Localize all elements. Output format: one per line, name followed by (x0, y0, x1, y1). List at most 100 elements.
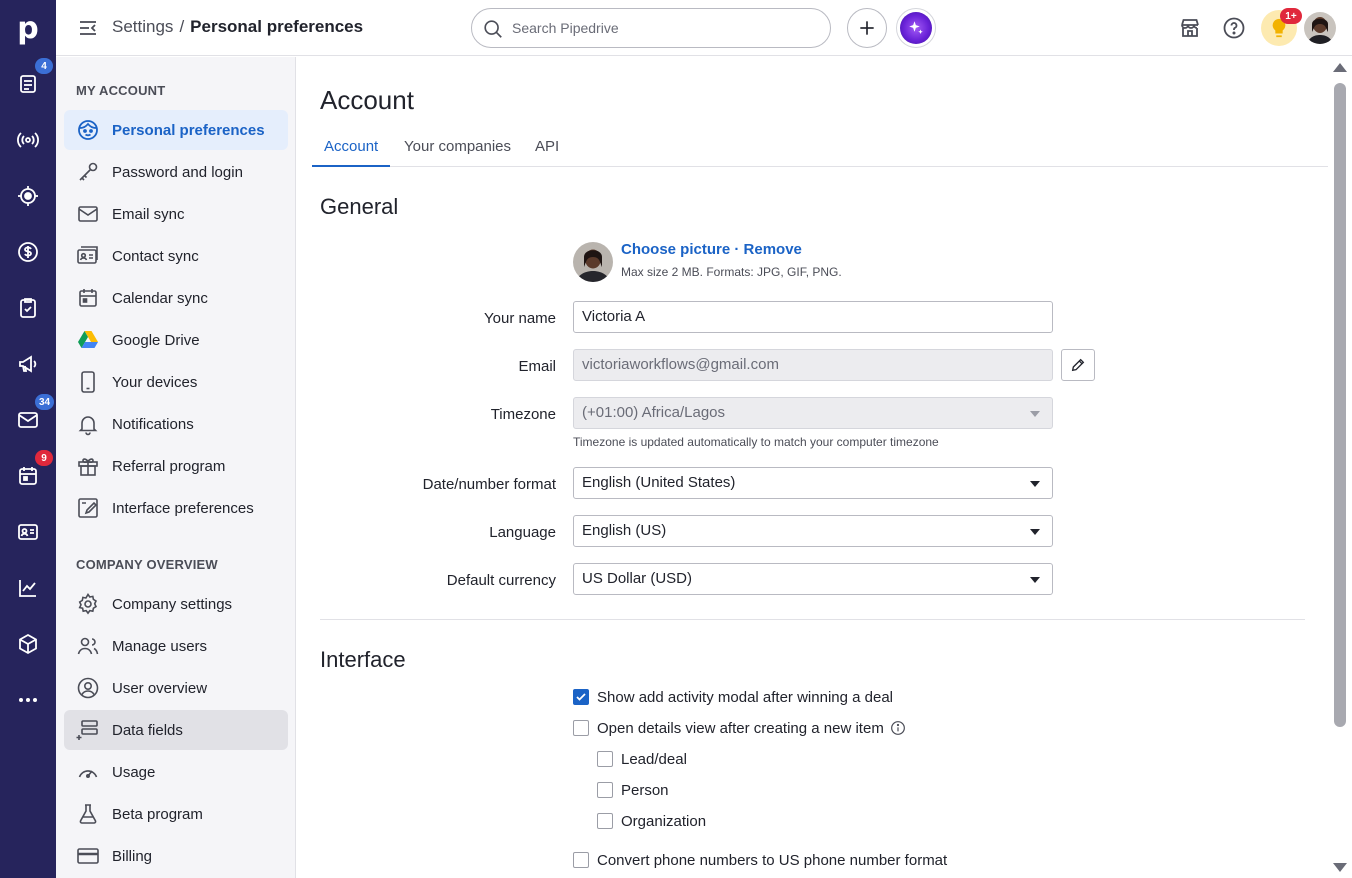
user-avatar[interactable] (1304, 12, 1336, 44)
sidebar-item-user-overview[interactable]: User overview (64, 668, 288, 708)
sidebar-item-calendar-sync[interactable]: Calendar sync (64, 278, 288, 318)
money-icon (18, 242, 38, 262)
checkbox[interactable] (573, 720, 589, 736)
name-input[interactable]: Victoria A (573, 301, 1053, 333)
sidebar-item-usage[interactable]: Usage (64, 752, 288, 792)
envelope-icon (78, 206, 98, 222)
section-divider (320, 619, 1305, 620)
rail-insights[interactable] (0, 560, 56, 616)
option-label: Show add activity modal after winning a … (597, 688, 894, 706)
rail-more[interactable] (0, 672, 56, 728)
main-content: Account Account Your companies API Gener… (296, 57, 1328, 878)
sidebar-item-label: Your devices (112, 374, 198, 391)
flask-icon (79, 804, 97, 824)
rail-money[interactable] (0, 224, 56, 280)
breadcrumb-current: Personal preferences (190, 17, 364, 36)
products-icon (19, 633, 37, 655)
leads-icon (17, 132, 39, 148)
email-input: victoriaworkflows@gmail.com (573, 349, 1053, 381)
collapse-menu-icon[interactable] (76, 16, 100, 40)
sidebar-item-password-login[interactable]: Password and login (64, 152, 288, 192)
option-show-activity-modal[interactable]: Show add activity modal after winning a … (573, 687, 893, 707)
option-convert-phone[interactable]: Convert phone numbers to US phone number… (573, 850, 947, 870)
breadcrumb-settings[interactable]: Settings (112, 17, 173, 36)
remove-picture-link[interactable]: Remove (744, 241, 802, 258)
scrollbar[interactable] (1328, 57, 1352, 878)
option-label: Lead/deal (621, 750, 687, 768)
sidebar-item-email-sync[interactable]: Email sync (64, 194, 288, 234)
edit-email-button[interactable] (1061, 349, 1095, 381)
checkbox[interactable] (597, 782, 613, 798)
option-lead-deal[interactable]: Lead/deal (597, 749, 687, 769)
search-input[interactable] (512, 18, 812, 38)
language-select[interactable]: English (US) (573, 515, 1053, 547)
choose-picture-link[interactable]: Choose picture (621, 241, 730, 258)
sidebar-item-contact-sync[interactable]: Contact sync (64, 236, 288, 276)
currency-value: US Dollar (USD) (582, 570, 693, 587)
rail-campaigns[interactable] (0, 336, 56, 392)
google-drive-icon (78, 331, 98, 348)
rail-tasks[interactable] (0, 280, 56, 336)
rail-calendar[interactable]: 9 (0, 448, 56, 504)
sidebar-item-notifications[interactable]: Notifications (64, 404, 288, 444)
search-box[interactable] (471, 8, 831, 48)
tab-account[interactable]: Account (312, 129, 391, 167)
checkbox[interactable] (597, 751, 613, 767)
sidebar-item-google-drive[interactable]: Google Drive (64, 320, 288, 360)
gift-icon (78, 458, 98, 476)
checkbox[interactable] (597, 813, 613, 829)
insights-icon (19, 580, 36, 597)
date-format-select[interactable]: English (United States) (573, 467, 1053, 499)
tab-your-companies[interactable]: Your companies (392, 129, 523, 167)
sidebar-item-interface-preferences[interactable]: Interface preferences (64, 488, 288, 528)
sidebar-item-personal-preferences[interactable]: Personal preferences (64, 110, 288, 150)
sidebar-item-your-devices[interactable]: Your devices (64, 362, 288, 402)
checkbox-checked[interactable] (573, 689, 589, 705)
key-icon (79, 162, 98, 181)
help-icon[interactable] (1222, 16, 1246, 40)
option-label: Person (621, 781, 669, 799)
scroll-up-arrow-icon[interactable] (1333, 63, 1347, 72)
scrollbar-thumb[interactable] (1334, 83, 1346, 727)
language-value: English (US) (582, 522, 667, 539)
interface-section-title: Interface (320, 647, 406, 672)
rail-deals[interactable]: 4 (0, 56, 56, 112)
sidebar-item-referral-program[interactable]: Referral program (64, 446, 288, 486)
rail-leads[interactable] (0, 112, 56, 168)
scroll-down-arrow-icon[interactable] (1333, 863, 1347, 872)
sidebar-item-beta-program[interactable]: Beta program (64, 794, 288, 834)
mail-badge: 34 (35, 394, 55, 410)
sidebar-item-company-settings[interactable]: Company settings (64, 584, 288, 624)
rail-target[interactable] (0, 168, 56, 224)
option-label: Organization (621, 812, 707, 830)
pipedrive-logo[interactable]: p (0, 0, 56, 56)
sidebar-item-label: User overview (112, 680, 208, 697)
sidebar-item-billing[interactable]: Billing (64, 836, 288, 876)
rail-contacts[interactable] (0, 504, 56, 560)
tasks-icon (20, 298, 36, 318)
deals-badge: 4 (35, 58, 53, 74)
chevron-down-icon (1030, 529, 1040, 535)
info-icon[interactable] (890, 720, 906, 736)
settings-sidebar: MY ACCOUNT Personal preferences Password… (56, 57, 296, 878)
campaigns-icon (19, 355, 37, 373)
sidebar-item-label: Password and login (112, 164, 243, 181)
date-format-value: English (United States) (582, 474, 736, 491)
rail-mail[interactable]: 34 (0, 392, 56, 448)
sidebar-item-data-fields[interactable]: Data fields (64, 710, 288, 750)
option-label: Convert phone numbers to US phone number… (597, 851, 948, 869)
sidebar-item-manage-users[interactable]: Manage users (64, 626, 288, 666)
rail-products[interactable] (0, 616, 56, 672)
option-open-details-view[interactable]: Open details view after creating a new i… (573, 718, 906, 738)
quick-add-button[interactable] (847, 8, 887, 48)
ai-assistant-button[interactable] (896, 8, 936, 48)
option-organization[interactable]: Organization (597, 811, 706, 831)
sidebar-item-label: Usage (112, 764, 156, 781)
sidebar-item-label: Interface preferences (112, 500, 254, 517)
user-circle-icon (77, 677, 99, 699)
checkbox[interactable] (573, 852, 589, 868)
currency-select[interactable]: US Dollar (USD) (573, 563, 1053, 595)
option-person[interactable]: Person (597, 780, 669, 800)
tab-api[interactable]: API (523, 129, 571, 167)
marketplace-icon[interactable] (1178, 16, 1202, 40)
